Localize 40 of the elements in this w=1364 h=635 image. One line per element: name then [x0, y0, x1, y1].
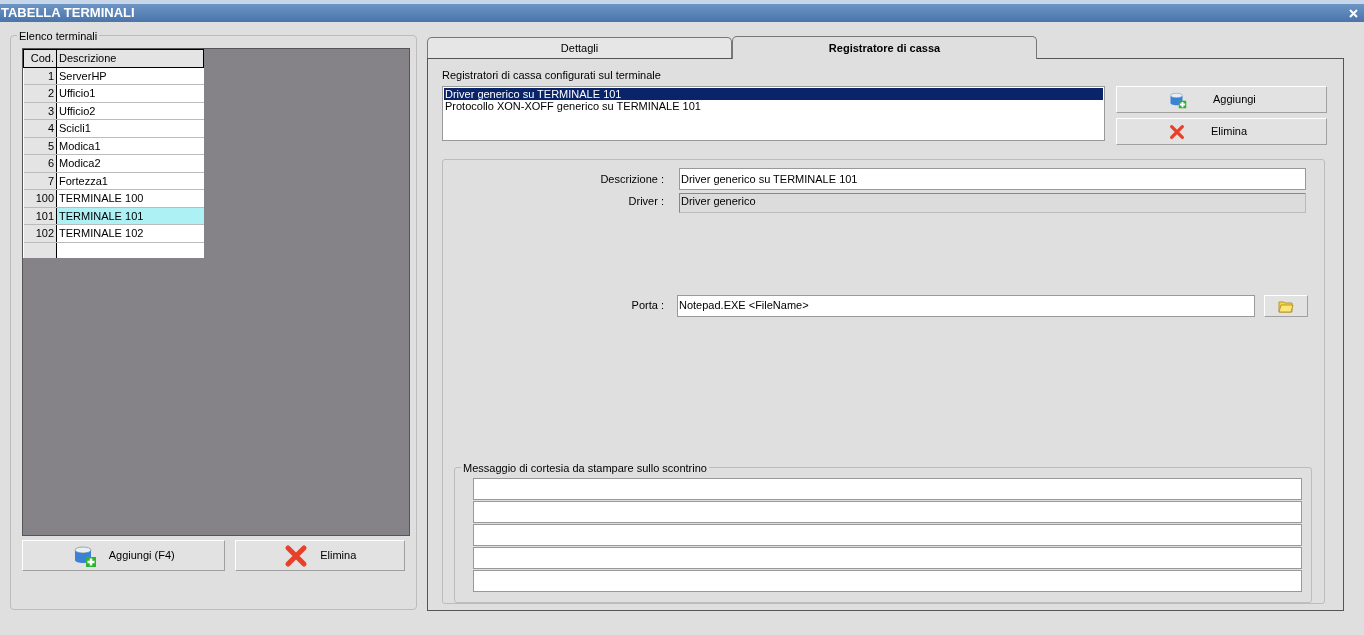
table-row[interactable]: 2 Ufficio1: [23, 84, 204, 102]
delete-x-icon: [1169, 123, 1185, 140]
column-header[interactable]: Descrizione: [56, 49, 204, 67]
table-row[interactable]: 4 Scicli1: [23, 119, 204, 137]
close-icon[interactable]: [1349, 8, 1358, 18]
message-line-field[interactable]: [473, 523, 1302, 546]
message-line-field[interactable]: [473, 569, 1302, 592]
list-item[interactable]: Protocollo XON-XOFF generico su TERMINALE 101: [444, 100, 1103, 112]
window-title: TABELLA TERMINALI: [0, 4, 135, 23]
message-line-field[interactable]: [473, 500, 1302, 523]
tab[interactable]: Dettagli: [427, 37, 732, 58]
table-row[interactable]: 5 Modica1: [23, 137, 204, 155]
folder-icon: [1278, 298, 1294, 313]
field-label: Descrizione :: [599, 172, 664, 187]
browse-button[interactable]: [1264, 294, 1308, 317]
add-container-icon: [1169, 90, 1187, 109]
table-row[interactable]: 101 TERMINALE 101: [23, 207, 204, 225]
table-row[interactable]: 3 Ufficio2: [23, 102, 204, 120]
delete-x-icon: [284, 543, 309, 568]
tab[interactable]: Registratore di cassa: [732, 36, 1037, 59]
list-item[interactable]: Driver generico su TERMINALE 101: [444, 88, 1103, 100]
register-button[interactable]: Aggiungi: [1116, 86, 1327, 113]
register-button[interactable]: Elimina: [1116, 118, 1327, 145]
text-field[interactable]: Notepad.EXE <FileName>: [677, 294, 1255, 317]
readonly-field: Driver generico: [679, 192, 1306, 213]
toolbar-button[interactable]: Aggiungi (F4): [22, 540, 226, 571]
table-row[interactable]: 1 ServerHP: [23, 67, 204, 85]
section-label: Registratori di cassa configurati sul terminale: [442, 68, 662, 81]
table-row[interactable]: 7 Fortezza1: [23, 172, 204, 190]
add-container-icon: [72, 543, 97, 568]
field-label: Porta :: [630, 298, 664, 314]
message-line-field[interactable]: [473, 546, 1302, 569]
field-label: Driver :: [627, 193, 664, 209]
table-row[interactable]: 6 Modica2: [23, 154, 204, 172]
table-row[interactable]: 100 TERMINALE 100: [23, 189, 204, 207]
message-line-field[interactable]: [473, 477, 1302, 500]
text-field[interactable]: Driver generico su TERMINALE 101: [679, 168, 1306, 191]
column-header[interactable]: Cod.: [23, 49, 57, 67]
toolbar-button[interactable]: Elimina: [235, 540, 405, 571]
table-row[interactable]: 102 TERMINALE 102: [23, 224, 204, 242]
